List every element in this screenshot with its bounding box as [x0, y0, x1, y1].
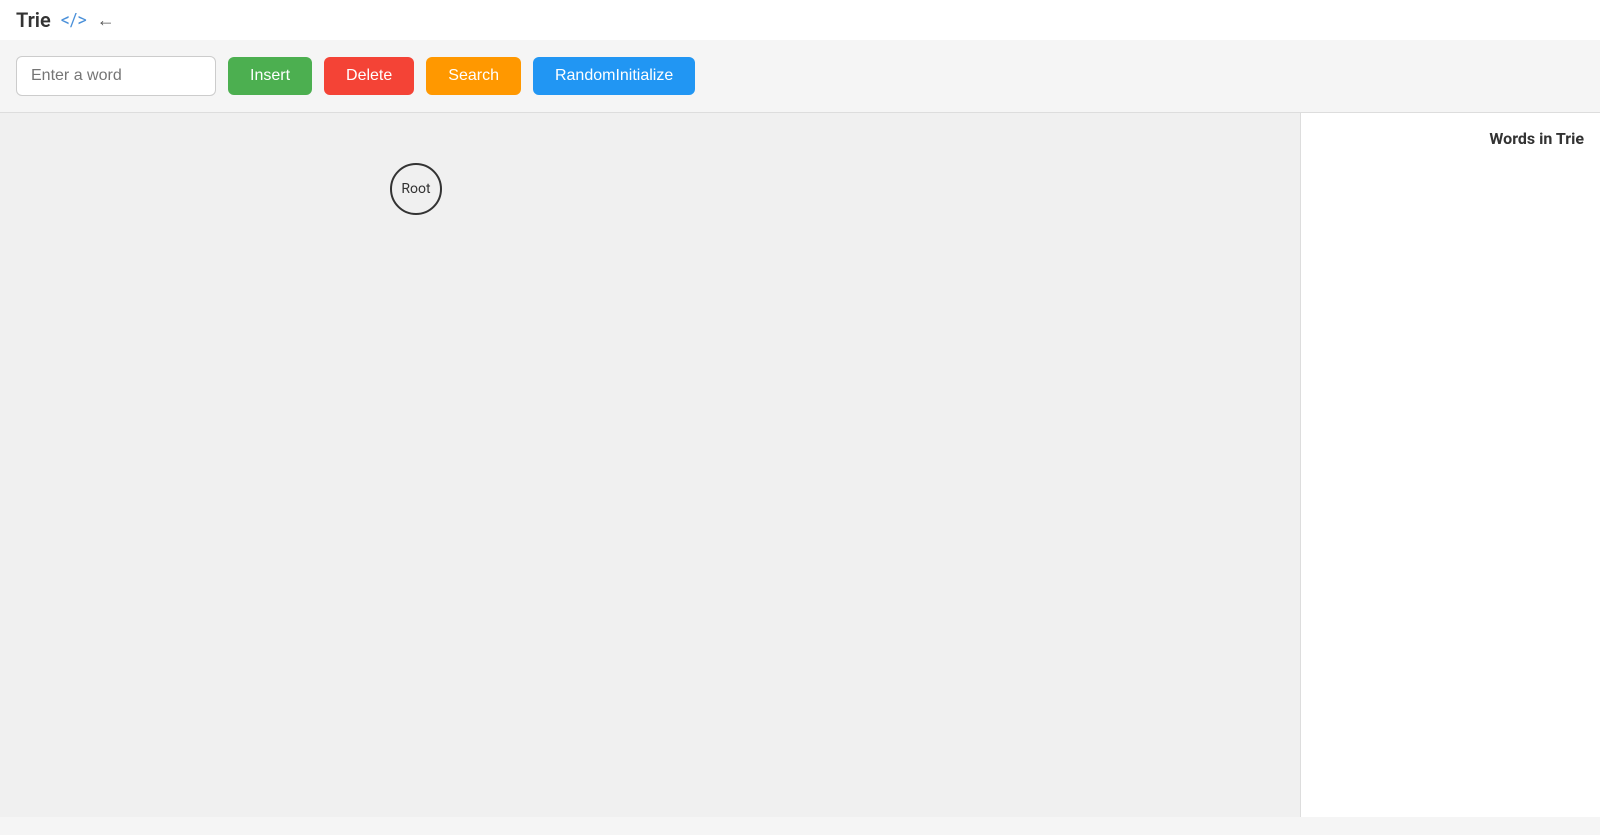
back-icon[interactable]: ← — [97, 10, 115, 31]
delete-button[interactable]: Delete — [324, 57, 414, 95]
page-title: Trie — [16, 8, 51, 32]
sidebar: Words in Trie — [1300, 113, 1600, 817]
sidebar-title: Words in Trie — [1317, 129, 1584, 148]
trie-canvas: Root — [0, 113, 1300, 817]
main-area: Root Words in Trie — [0, 112, 1600, 817]
search-button[interactable]: Search — [426, 57, 521, 95]
toolbar: Insert Delete Search RandomInitialize — [0, 40, 1600, 112]
root-node: Root — [390, 163, 442, 215]
code-icon[interactable]: </> — [61, 10, 87, 31]
header: Trie </> ← — [0, 0, 1600, 40]
insert-button[interactable]: Insert — [228, 57, 312, 95]
word-input[interactable] — [16, 56, 216, 96]
random-initialize-button[interactable]: RandomInitialize — [533, 57, 695, 95]
